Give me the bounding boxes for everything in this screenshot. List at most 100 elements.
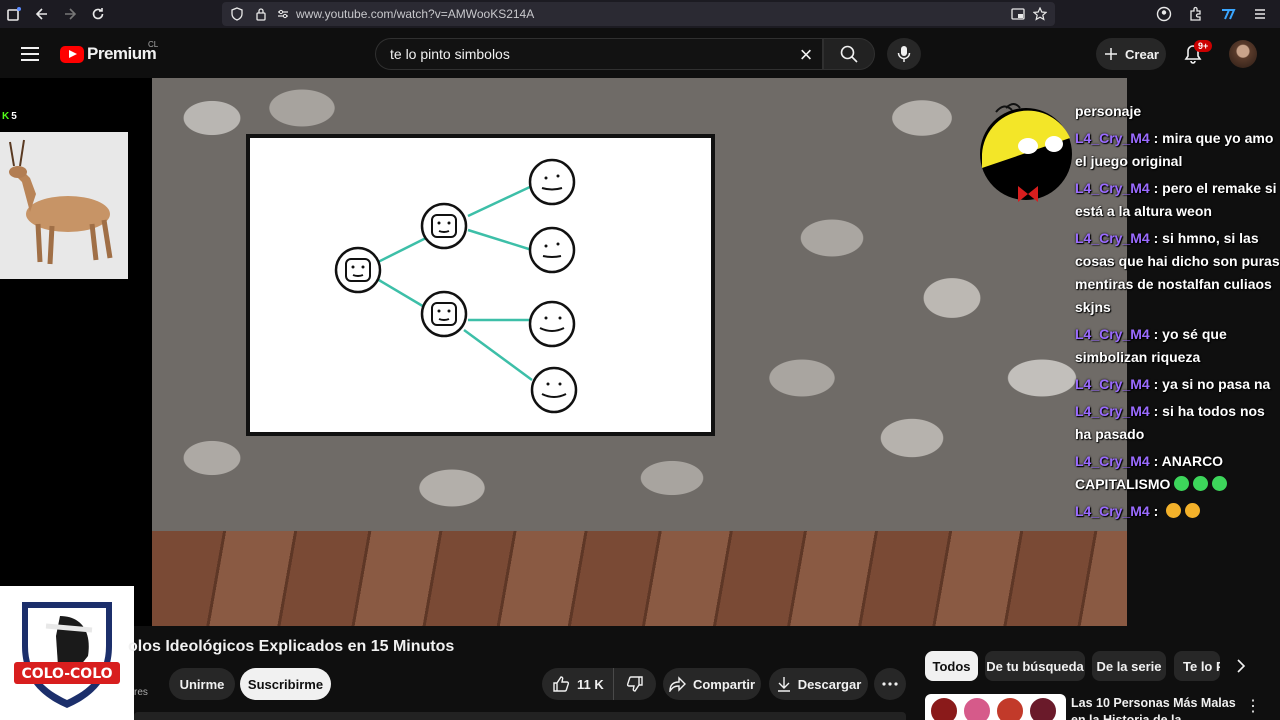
chat-message: L4_Cry_M4 : mira que yo amo el juego ori… (1075, 130, 1274, 169)
chat-username: L4_Cry_M4 (1075, 130, 1150, 146)
chip-all[interactable]: Todos (925, 651, 978, 681)
related-video-title[interactable]: Las 10 Personas Más Malas en la Historia… (1071, 695, 1241, 720)
microphone-icon (897, 46, 911, 62)
like-count: 11 K (577, 676, 604, 692)
search-input-value: te lo pinto simbolos (390, 46, 510, 62)
extensions-icon[interactable] (1182, 0, 1210, 28)
chip-from-search[interactable]: De tu búsqueda (985, 651, 1085, 681)
video-player[interactable] (152, 78, 1127, 626)
lock-icon[interactable] (254, 7, 268, 21)
picture-in-picture-icon[interactable] (1011, 7, 1025, 21)
kick-logo-icon: K (2, 111, 10, 122)
logo-country-code: CL (148, 40, 159, 49)
chat-message-partial: personaje (1075, 103, 1142, 119)
like-dislike-group: 11 K (542, 668, 656, 700)
download-label: Descargar (797, 676, 862, 692)
related-video-thumbnail[interactable] (925, 694, 1066, 720)
dislike-button[interactable] (614, 668, 656, 700)
create-button[interactable]: Crear (1096, 38, 1166, 70)
notification-badge: 9+ (1194, 40, 1213, 52)
like-button[interactable]: 11 K (542, 668, 614, 700)
thumbs-down-icon (626, 676, 643, 692)
cursing-emoji-icon (1166, 503, 1182, 518)
subscribe-button[interactable]: Suscribirme (240, 668, 331, 700)
share-arrow-icon (669, 676, 686, 692)
chat-text: ya si no pasa na (1162, 376, 1271, 392)
clear-search-icon[interactable]: × (794, 42, 818, 67)
plus-icon (1105, 48, 1118, 60)
youtube-premium-logo[interactable]: Premium CL (60, 40, 158, 64)
chip-from-series[interactable]: De la serie (1092, 651, 1166, 681)
chip-label: Todos (932, 658, 971, 674)
download-icon (777, 677, 790, 692)
chat-message: L4_Cry_M4 : pero el remake si está a la … (1075, 180, 1277, 219)
join-label: Unirme (179, 676, 225, 692)
thumbs-up-icon (553, 676, 570, 692)
viewer-count: K 5 (2, 111, 17, 122)
address-bar[interactable]: www.youtube.com/watch?v=AMWooKS214A (222, 2, 1055, 26)
chevron-right-icon[interactable] (1229, 654, 1253, 678)
deer-image (0, 132, 128, 279)
account-icon[interactable] (1150, 0, 1178, 28)
tree-diagram (334, 158, 578, 414)
back-icon[interactable] (28, 0, 56, 28)
chip-label: De tu búsqueda (986, 658, 1084, 674)
download-button[interactable]: Descargar (769, 668, 868, 700)
chat-message: L4_Cry_M4 : ya si no pasa na (1075, 376, 1271, 392)
bookmark-star-icon[interactable] (1033, 7, 1047, 21)
video-title: olos Ideológicos Explicados en 15 Minuto… (128, 638, 455, 655)
chat-username: L4_Cry_M4 (1075, 376, 1150, 392)
nauseated-emoji-icon (1193, 476, 1209, 491)
tab-overview-icon[interactable] (0, 0, 28, 28)
chat-message: L4_Cry_M4 : (1075, 500, 1280, 523)
user-avatar[interactable] (1229, 40, 1257, 68)
chip-te-lo-pinto[interactable]: Te lo P (1174, 651, 1220, 681)
thumbnail-face (929, 696, 959, 720)
youtube-play-icon (60, 45, 84, 63)
chat-message: L4_Cry_M4 : si hmno, si las cosas que ha… (1075, 230, 1280, 315)
thumbnail-face (962, 696, 992, 720)
voice-search-button[interactable] (887, 38, 921, 70)
app-menu-icon[interactable] (1246, 0, 1274, 28)
nauseated-emoji-icon (1174, 476, 1190, 491)
more-actions-button[interactable] (874, 668, 906, 700)
viewer-count-value: 5 (11, 111, 17, 122)
chat-username: L4_Cry_M4 (1075, 326, 1150, 342)
chat-username: L4_Cry_M4 (1075, 403, 1150, 419)
chat-username: L4_Cry_M4 (1075, 230, 1150, 246)
search-button[interactable] (823, 38, 875, 70)
chip-label: De la serie (1096, 658, 1162, 674)
chat-message: L4_Cry_M4 : si ha todos nos ha pasado (1075, 403, 1265, 442)
more-vertical-icon[interactable]: ⋮ (1245, 696, 1261, 716)
chat-message: L4_Cry_M4 : yo sé que simbolizan riqueza (1075, 326, 1227, 365)
hamburger-menu-icon[interactable] (18, 42, 42, 66)
logo-text: Premium (87, 44, 157, 63)
description-box[interactable] (134, 712, 906, 720)
chat-username: L4_Cry_M4 (1075, 453, 1150, 469)
chat-message: L4_Cry_M4 : ANARCO CAPITALISMO (1075, 450, 1280, 496)
wood-floor (152, 531, 1127, 626)
search-input[interactable]: te lo pinto simbolos × (375, 38, 823, 70)
url-text: www.youtube.com/watch?v=AMWooKS214A (296, 7, 535, 21)
chat-username: L4_Cry_M4 (1075, 503, 1150, 519)
subscriber-count-fragment: res (134, 687, 148, 698)
browser-toolbar: www.youtube.com/watch?v=AMWooKS214A (0, 0, 1280, 28)
reload-icon[interactable] (84, 0, 112, 28)
nauseated-emoji-icon (1212, 476, 1228, 491)
share-label: Compartir (692, 676, 756, 692)
permissions-icon[interactable] (276, 7, 290, 21)
share-button[interactable]: Compartir (663, 668, 761, 700)
thumbnail-face (1028, 696, 1058, 720)
translate-extension-icon[interactable] (1214, 0, 1242, 28)
countryball-character (980, 103, 1072, 202)
chip-label: Te lo P (1183, 658, 1220, 674)
thumbnail-face (995, 696, 1025, 720)
join-button[interactable]: Unirme (169, 668, 235, 700)
colo-colo-logo: COLO-COLO (0, 586, 134, 720)
search-icon (840, 45, 858, 63)
forward-icon[interactable] (56, 0, 84, 28)
create-label: Crear (1125, 46, 1159, 62)
chat-username: L4_Cry_M4 (1075, 180, 1150, 196)
shield-icon[interactable] (230, 7, 244, 21)
club-name: COLO-COLO (21, 666, 112, 682)
